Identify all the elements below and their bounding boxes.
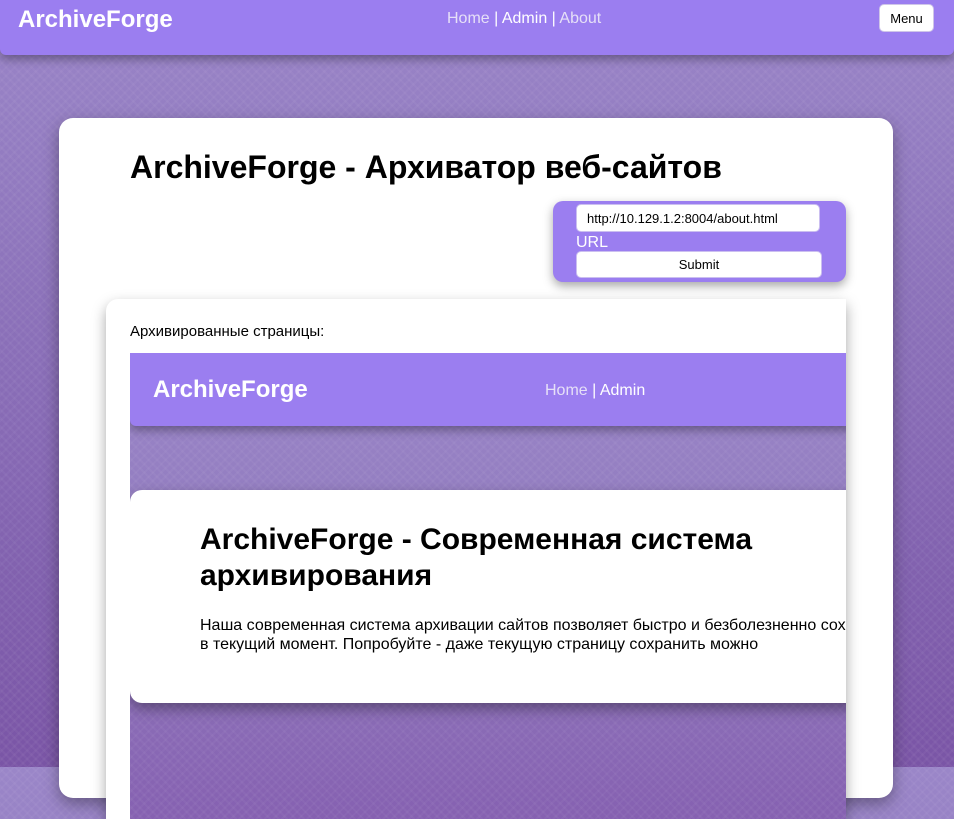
page-title: ArchiveForge - Архиватор веб-сайтов bbox=[130, 149, 722, 185]
archived-page-title: ArchiveForge - Современная система архив… bbox=[200, 523, 753, 592]
nav-separator: | bbox=[551, 10, 556, 27]
nav-separator: | bbox=[494, 10, 499, 27]
nav-link-home[interactable]: Home bbox=[447, 10, 490, 27]
main-nav: Home | Admin | About bbox=[447, 10, 601, 28]
archived-pages-label: Архивированные страницы: bbox=[130, 323, 325, 340]
archived-page-navbar: ArchiveForge Home | Admin bbox=[130, 353, 846, 426]
archived-page-logo[interactable]: ArchiveForge bbox=[153, 376, 308, 404]
submit-button[interactable]: Submit bbox=[576, 251, 822, 278]
archived-nav-link-home[interactable]: Home bbox=[545, 382, 588, 399]
url-label: URL bbox=[576, 234, 609, 251]
nav-separator: | bbox=[592, 382, 597, 399]
archived-page-frame[interactable]: ArchiveForge Home | Admin ArchiveForge -… bbox=[130, 353, 846, 819]
archive-url-form: URL Submit bbox=[553, 201, 846, 282]
archived-nav-link-admin[interactable]: Admin bbox=[600, 382, 645, 399]
site-logo[interactable]: ArchiveForge bbox=[18, 6, 173, 34]
url-input[interactable] bbox=[576, 204, 820, 232]
menu-button[interactable]: Menu bbox=[879, 4, 934, 32]
archived-page-nav: Home | Admin bbox=[545, 382, 645, 400]
nav-link-admin[interactable]: Admin bbox=[502, 10, 547, 27]
top-navbar: ArchiveForge Home | Admin | About Menu bbox=[0, 0, 954, 55]
archived-page-description: Наша современная система архивации сайто… bbox=[200, 617, 846, 653]
archived-pages-panel: Архивированные страницы: ArchiveForge Ho… bbox=[106, 299, 846, 819]
main-card: ArchiveForge - Архиватор веб-сайтов URL … bbox=[59, 118, 893, 819]
archived-page-content-card: ArchiveForge - Современная система архив… bbox=[130, 490, 846, 703]
nav-link-about[interactable]: About bbox=[559, 10, 601, 27]
